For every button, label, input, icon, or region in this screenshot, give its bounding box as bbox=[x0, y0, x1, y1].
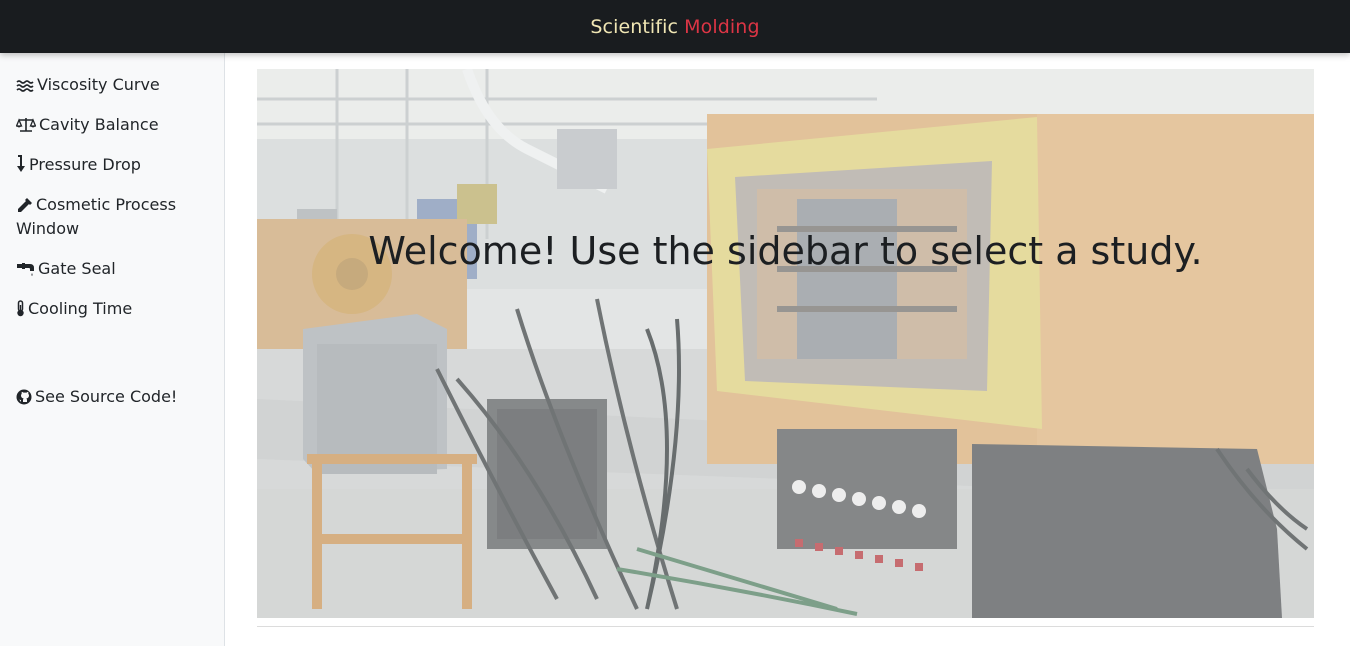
source-code-label: See Source Code! bbox=[35, 387, 178, 406]
sidebar-item-cooling-time[interactable]: Cooling Time bbox=[16, 297, 212, 321]
hero-overlay bbox=[257, 69, 1314, 618]
water-waves-icon bbox=[16, 79, 34, 93]
sidebar-item-pressure-drop[interactable]: Pressure Drop bbox=[16, 153, 212, 177]
brand-text-molding: Molding bbox=[684, 15, 760, 38]
welcome-heading: Welcome! Use the sidebar to select a stu… bbox=[368, 229, 1203, 273]
sidebar: Viscosity Curve Cavity Balance Pressure … bbox=[0, 53, 225, 646]
sidebar-item-cosmetic-process-window[interactable]: Cosmetic Process Window bbox=[16, 193, 212, 241]
sidebar-item-label: Cosmetic Process Window bbox=[16, 195, 177, 238]
eyedropper-icon bbox=[16, 197, 33, 213]
sidebar-item-label: Cooling Time bbox=[28, 299, 133, 318]
sidebar-item-label: Pressure Drop bbox=[29, 155, 141, 174]
main-content: Welcome! Use the sidebar to select a stu… bbox=[257, 69, 1314, 618]
divider bbox=[257, 626, 1314, 627]
sidebar-item-cavity-balance[interactable]: Cavity Balance bbox=[16, 113, 212, 137]
balance-scale-icon bbox=[16, 117, 36, 133]
brand-text-scientific: Scientific bbox=[590, 15, 679, 38]
sidebar-item-label: Cavity Balance bbox=[39, 115, 159, 134]
sidebar-item-gate-seal[interactable]: Gate Seal bbox=[16, 257, 212, 281]
sidebar-item-label: Gate Seal bbox=[38, 259, 116, 278]
faucet-icon bbox=[16, 262, 35, 277]
sidebar-item-label: Viscosity Curve bbox=[37, 75, 160, 94]
top-navbar: Scientific Molding bbox=[0, 0, 1350, 53]
github-icon bbox=[16, 389, 32, 405]
sidebar-item-viscosity-curve[interactable]: Viscosity Curve bbox=[16, 73, 212, 97]
source-code-link[interactable]: See Source Code! bbox=[16, 385, 212, 409]
thermometer-icon bbox=[16, 300, 25, 317]
brand-link[interactable]: Scientific Molding bbox=[590, 16, 759, 38]
arrow-down-icon bbox=[16, 155, 26, 173]
